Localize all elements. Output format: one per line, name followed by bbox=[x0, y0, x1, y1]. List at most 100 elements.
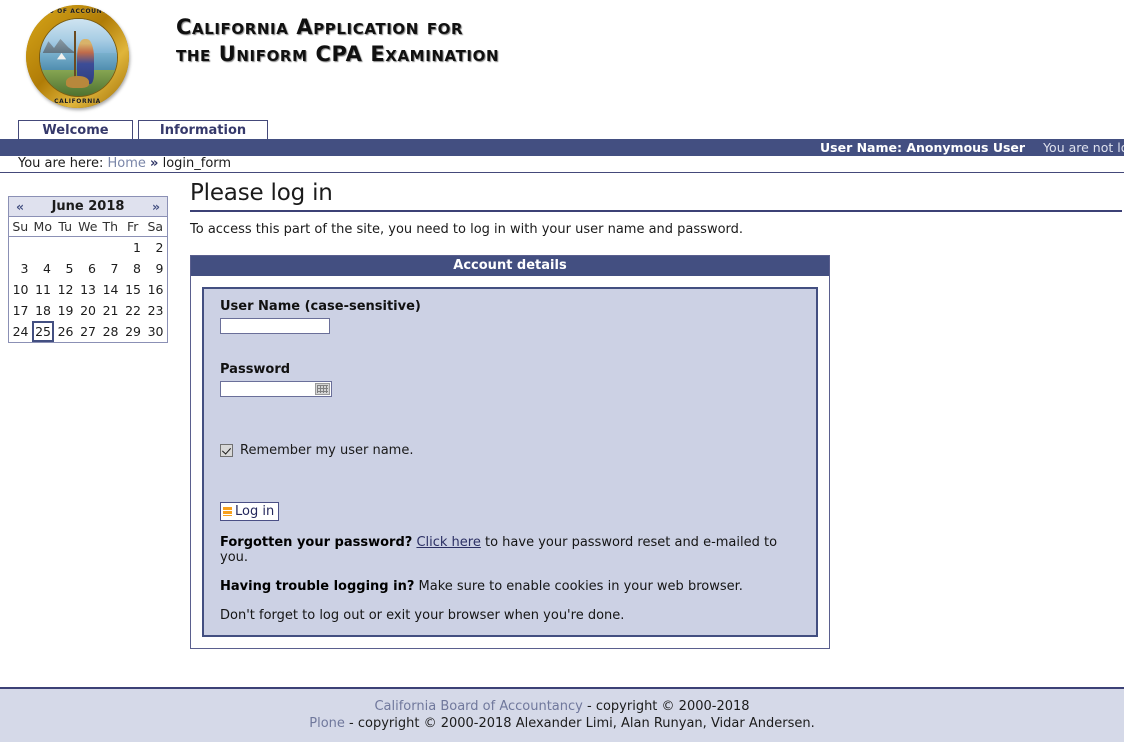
calendar-day-cell[interactable]: 6 bbox=[77, 258, 100, 279]
calendar-day-cell[interactable]: 10 bbox=[9, 279, 32, 300]
reset-password-link[interactable]: Click here bbox=[416, 535, 480, 550]
calendar-next-icon[interactable]: » bbox=[145, 199, 167, 214]
calendar-day-cell[interactable]: 18 bbox=[32, 300, 55, 321]
footer-line-cba: California Board of Accountancy - copyri… bbox=[0, 698, 1124, 715]
calendar-day-cell[interactable]: 25 bbox=[31, 321, 54, 342]
calendar-week-row: 17 18 19 20 21 22 23 bbox=[9, 300, 167, 321]
calendar-day-cell[interactable]: 2 bbox=[144, 237, 167, 258]
calendar-day-cell[interactable]: 4 bbox=[32, 258, 55, 279]
log-in-button[interactable]: Log in bbox=[220, 502, 280, 521]
calendar-day-cell[interactable]: 30 bbox=[144, 321, 167, 342]
log-in-button-label: Log in bbox=[235, 504, 275, 519]
calendar-day-cell[interactable]: 11 bbox=[32, 279, 55, 300]
calendar-dow: We bbox=[78, 219, 98, 234]
calendar-day-cell[interactable]: 9 bbox=[144, 258, 167, 279]
trouble-logging-in-heading: Having trouble logging in? bbox=[220, 579, 415, 594]
page-description: To access this part of the site, you nee… bbox=[190, 222, 744, 237]
footer-line-plone: Plone - copyright © 2000-2018 Alexander … bbox=[0, 715, 1124, 732]
calendar-day-cell[interactable]: 7 bbox=[99, 258, 122, 279]
username-field-group: User Name (case-sensitive) bbox=[204, 299, 816, 334]
calendar-title: June 2018 bbox=[51, 199, 125, 214]
site-title: California Application for the Uniform C… bbox=[176, 15, 500, 66]
remember-username-label: Remember my user name. bbox=[240, 443, 414, 458]
main-content: Please log in To access this part of the… bbox=[190, 180, 1124, 649]
tab-welcome[interactable]: Welcome bbox=[18, 120, 133, 140]
calendar-day-cell[interactable]: 14 bbox=[99, 279, 122, 300]
login-fieldset: User Name (case-sensitive) Password Reme… bbox=[202, 287, 818, 637]
calendar-day-cell[interactable]: 13 bbox=[77, 279, 100, 300]
calendar-dow: Th bbox=[102, 219, 119, 234]
seal-text-bottom: CALIFORNIA bbox=[54, 98, 101, 105]
calendar-week-row: 10 11 12 13 14 15 16 bbox=[9, 279, 167, 300]
calendar-day-cell[interactable]: 8 bbox=[122, 258, 145, 279]
log-in-icon bbox=[223, 507, 232, 516]
calendar-dow: Fr bbox=[127, 219, 139, 234]
calendar-dow: Tu bbox=[58, 219, 73, 234]
keyboard-icon[interactable] bbox=[315, 383, 330, 395]
calendar-empty-cell bbox=[32, 237, 55, 258]
calendar-day-cell[interactable]: 27 bbox=[77, 321, 100, 342]
calendar-day-cell[interactable]: 28 bbox=[99, 321, 122, 342]
calendar-day-cell[interactable]: 23 bbox=[144, 300, 167, 321]
login-form: Account details User Name (case-sensitiv… bbox=[190, 255, 830, 649]
logout-reminder-line: Don't forget to log out or exit your bro… bbox=[220, 608, 625, 623]
calendar-day-cell[interactable]: 16 bbox=[144, 279, 167, 300]
calendar-day-headers: Su Mo Tu We Th Fr Sa bbox=[9, 217, 167, 237]
calendar-day-cell[interactable]: 21 bbox=[99, 300, 122, 321]
calendar-day-cell[interactable]: 22 bbox=[122, 300, 145, 321]
site-header: BOARD OF ACCOUNTANCY CALIFORNIA Californ… bbox=[0, 0, 1124, 118]
calendar-day-cell[interactable]: 17 bbox=[9, 300, 32, 321]
page-title: Please log in bbox=[190, 180, 1122, 212]
calendar-day-cell[interactable]: 20 bbox=[77, 300, 100, 321]
login-status-note: You are not logged in bbox=[1043, 140, 1124, 155]
calendar-empty-cell bbox=[99, 237, 122, 258]
username-input[interactable] bbox=[220, 318, 330, 334]
breadcrumb: You are here: Home » login_form bbox=[0, 156, 1124, 173]
breadcrumb-separator: » bbox=[150, 156, 159, 171]
username-label: User Name (case-sensitive) bbox=[220, 299, 421, 314]
calendar-day-cell[interactable]: 26 bbox=[54, 321, 77, 342]
calendar-prev-icon[interactable]: « bbox=[9, 199, 31, 214]
calendar-day-cell[interactable]: 19 bbox=[54, 300, 77, 321]
calendar-day-cell[interactable]: 5 bbox=[54, 258, 77, 279]
calendar-day-cell[interactable]: 1 bbox=[122, 237, 145, 258]
remember-username-row[interactable]: Remember my user name. bbox=[204, 443, 816, 458]
calendar-week-row: 12 bbox=[9, 237, 167, 258]
site-logo[interactable]: BOARD OF ACCOUNTANCY CALIFORNIA bbox=[26, 5, 129, 108]
password-field-group: Password bbox=[204, 362, 816, 397]
calendar-empty-cell bbox=[9, 237, 32, 258]
trouble-logging-in-line: Having trouble logging in? Make sure to … bbox=[204, 579, 816, 594]
tab-information[interactable]: Information bbox=[138, 120, 268, 140]
forgot-password-line: Forgotten your password? Click here to h… bbox=[204, 535, 816, 565]
form-legend-account-details: Account details bbox=[191, 256, 829, 276]
footer-copyright-plone: - copyright © 2000-2018 Alexander Limi, … bbox=[344, 716, 815, 731]
breadcrumb-link-home[interactable]: Home bbox=[108, 156, 146, 171]
trouble-logging-in-rest: Make sure to enable cookies in your web … bbox=[414, 579, 743, 594]
remember-username-checkbox[interactable] bbox=[220, 444, 233, 457]
footer-copyright-cba: - copyright © 2000-2018 bbox=[582, 699, 750, 714]
site-footer: California Board of Accountancy - copyri… bbox=[0, 687, 1124, 742]
calendar-dow: Sa bbox=[147, 219, 164, 234]
forgot-password-heading: Forgotten your password? bbox=[220, 535, 413, 550]
breadcrumb-current: login_form bbox=[162, 156, 232, 171]
calendar-empty-cell bbox=[77, 237, 100, 258]
personal-bar: User Name: Anonymous User You are not log… bbox=[0, 139, 1124, 156]
breadcrumb-prefix: You are here: bbox=[18, 156, 104, 171]
calendar-day-cell[interactable]: 12 bbox=[54, 279, 77, 300]
footer-link-plone[interactable]: Plone bbox=[309, 716, 345, 731]
calendar-day-cell[interactable]: 3 bbox=[9, 258, 32, 279]
calendar-header: « June 2018 » bbox=[9, 197, 167, 217]
cba-seal-icon: BOARD OF ACCOUNTANCY CALIFORNIA bbox=[26, 5, 129, 108]
calendar-body: 1 2 3 4 5 6 7 8 9 10 11 12 13 14 15 16 17 18 19 20 21 22 23 24 2… bbox=[9, 237, 167, 342]
calendar-empty-cell bbox=[54, 237, 77, 258]
calendar-week-row: 3456789 bbox=[9, 258, 167, 279]
calendar-dow: Su bbox=[12, 219, 29, 234]
calendar-day-cell[interactable]: 29 bbox=[122, 321, 145, 342]
seal-text-top: BOARD OF ACCOUNTANCY bbox=[27, 8, 128, 15]
calendar-dow: Mo bbox=[33, 219, 52, 234]
calendar-portlet: « June 2018 » Su Mo Tu We Th Fr Sa 12345… bbox=[8, 196, 168, 343]
footer-link-cba[interactable]: California Board of Accountancy bbox=[374, 699, 582, 714]
calendar-week-row: 24 25 26 27 28 29 30 bbox=[9, 321, 167, 342]
calendar-day-cell[interactable]: 24 bbox=[9, 321, 32, 342]
calendar-day-cell[interactable]: 15 bbox=[122, 279, 145, 300]
